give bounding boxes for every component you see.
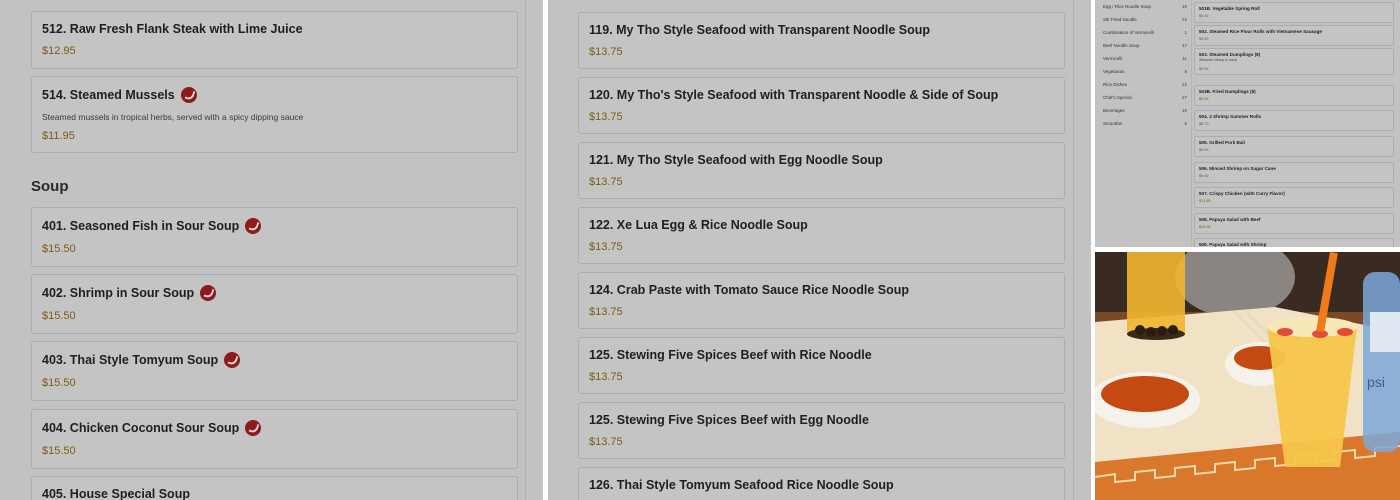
- mini-menu-item[interactable]: 509. Papaya Salad with Shrimp: [1194, 238, 1394, 247]
- mini-item-description: Steamed shrimp & meat: [1199, 58, 1237, 62]
- spicy-icon: [224, 352, 241, 368]
- mini-item-title: 501B. Vegetable Spring Roll: [1199, 6, 1260, 11]
- menu-item-card[interactable]: 124. Crab Paste with Tomato Sauce Rice N…: [578, 272, 1065, 329]
- mini-menu-item[interactable]: 501B. Vegetable Spring Roll $5.45: [1194, 2, 1394, 23]
- menu-item-price: $15.50: [42, 377, 76, 389]
- category-item[interactable]: Stir Fried Noodle 22: [1103, 17, 1187, 22]
- mini-menu-item[interactable]: 505. Grilled Pork Bali $9.95: [1194, 136, 1394, 157]
- menu-item-card[interactable]: 512. Raw Fresh Flank Steak with Lime Jui…: [31, 11, 518, 69]
- menu-item-title: 401. Seasoned Fish in Sour Soup: [42, 218, 262, 234]
- mini-item-price: $9.45: [1199, 174, 1209, 178]
- scroll-edge: [525, 0, 526, 500]
- menu-item-title: 125. Stewing Five Spices Beef with Egg N…: [589, 413, 869, 427]
- mini-menu-item[interactable]: 507. Crispy Chicken (with Curry Flavor) …: [1194, 187, 1394, 208]
- menu-item-price: $13.75: [589, 436, 623, 448]
- menu-item-price: $12.95: [42, 45, 76, 57]
- menu-item-price: $13.75: [589, 111, 623, 123]
- menu-item-title: 119. My Tho Style Seafood with Transpare…: [589, 23, 931, 37]
- mini-item-price: $10.95: [1199, 225, 1211, 229]
- mini-item-title: 503B. Fried Dumplings (8): [1199, 89, 1256, 94]
- menu-item-title: 512. Raw Fresh Flank Steak with Lime Jui…: [42, 22, 303, 36]
- menu-item-card[interactable]: 405. House Special Soup: [31, 476, 518, 500]
- menu-item-card[interactable]: 403. Thai Style Tomyum Soup $15.50: [31, 341, 518, 401]
- menu-panel-overview: Egg / Rice Noodle Soup 19 Stir Fried Nood…: [1095, 0, 1400, 247]
- menu-item-card[interactable]: 401. Seasoned Fish in Sour Soup $15.50: [31, 207, 518, 267]
- menu-item-card[interactable]: 122. Xe Lua Egg & Rice Noodle Soup $13.7…: [578, 207, 1065, 264]
- menu-item-title: 126. Thai Style Tomyum Seafood Rice Nood…: [589, 478, 894, 492]
- category-item[interactable]: Chef's Special 27: [1103, 95, 1187, 100]
- menu-item-card[interactable]: 119. My Tho Style Seafood with Transpare…: [578, 12, 1065, 69]
- category-item[interactable]: Combination of Vermicelli 1: [1103, 30, 1187, 35]
- mini-item-price: $11.95: [1199, 199, 1211, 203]
- menu-item-price: $11.95: [42, 130, 75, 142]
- drinks-photo: psi: [1095, 252, 1400, 500]
- menu-item-card[interactable]: 121. My Tho Style Seafood with Egg Noodl…: [578, 142, 1065, 199]
- category-item[interactable]: Vermicelli 11: [1103, 56, 1187, 61]
- menu-item-title: 402. Shrimp in Sour Soup: [42, 285, 217, 301]
- mini-item-price: $9.95: [1199, 97, 1209, 101]
- menu-item-card[interactable]: 120. My Tho's Style Seafood with Transpa…: [578, 77, 1065, 134]
- mini-item-price: $9.95: [1199, 37, 1209, 41]
- category-item[interactable]: Rice Dishes 22: [1103, 82, 1187, 87]
- menu-item-price: $15.50: [42, 445, 76, 457]
- menu-item-price: $15.50: [42, 243, 76, 255]
- menu-item-card[interactable]: 125. Stewing Five Spices Beef with Egg N…: [578, 402, 1065, 459]
- menu-item-price: $15.50: [42, 310, 76, 322]
- menu-panel-middle: 119. My Tho Style Seafood with Transpare…: [548, 0, 1091, 500]
- mini-item-title: 507. Crispy Chicken (with Curry Flavor): [1199, 191, 1285, 196]
- category-item[interactable]: Beef Noodle Soup 17: [1103, 43, 1187, 48]
- mini-item-price: $5.45: [1199, 14, 1209, 18]
- category-item[interactable]: Smoothie 8: [1103, 121, 1187, 126]
- menu-item-title: 120. My Tho's Style Seafood with Transpa…: [589, 88, 999, 102]
- spicy-icon: [245, 218, 262, 234]
- menu-item-title: 124. Crab Paste with Tomato Sauce Rice N…: [589, 283, 909, 297]
- mini-item-title: 502. Steamed Rice Flour Rolls with Vietn…: [1199, 29, 1322, 34]
- menu-item-price: $13.75: [589, 241, 623, 253]
- mini-item-title: 506. Minced Shrimp on Sugar Cane: [1199, 166, 1276, 171]
- mini-menu-item[interactable]: 504. 2 Shrimp Summer Rolls $6.70: [1194, 110, 1394, 131]
- menu-item-price: $13.75: [589, 46, 623, 58]
- mini-item-price: $9.95: [1199, 148, 1209, 152]
- bottle-brand-text: psi: [1367, 374, 1385, 390]
- spicy-icon: [200, 285, 217, 301]
- mini-menu-item[interactable]: 503B. Fried Dumplings (8) $9.95: [1194, 85, 1394, 106]
- menu-item-price: $13.75: [589, 306, 623, 318]
- menu-item-title: 405. House Special Soup: [42, 487, 190, 500]
- mini-item-title: 504. 2 Shrimp Summer Rolls: [1199, 114, 1262, 119]
- menu-item-card[interactable]: 404. Chicken Coconut Sour Soup $15.50: [31, 409, 518, 469]
- menu-item-title: 122. Xe Lua Egg & Rice Noodle Soup: [589, 218, 808, 232]
- menu-item-price: $13.75: [589, 371, 623, 383]
- mini-menu-item[interactable]: 502. Steamed Rice Flour Rolls with Vietn…: [1194, 25, 1394, 46]
- menu-panel-left: 512. Raw Fresh Flank Steak with Lime Jui…: [0, 0, 543, 500]
- section-title: Soup: [31, 178, 69, 195]
- menu-item-card[interactable]: 125. Stewing Five Spices Beef with Rice …: [578, 337, 1065, 394]
- menu-item-title: 514. Steamed Mussels: [42, 87, 197, 103]
- menu-item-card[interactable]: 126. Thai Style Tomyum Seafood Rice Nood…: [578, 467, 1065, 500]
- menu-item-title: 404. Chicken Coconut Sour Soup: [42, 420, 262, 436]
- mini-item-title: 509. Papaya Salad with Shrimp: [1199, 242, 1267, 247]
- scroll-edge: [1073, 0, 1074, 500]
- category-divider: [1191, 0, 1192, 247]
- mini-item-price: $6.70: [1199, 122, 1209, 126]
- category-item[interactable]: Vegetarian 8: [1103, 69, 1187, 74]
- menu-item-title: 403. Thai Style Tomyum Soup: [42, 352, 241, 368]
- menu-item-title: 121. My Tho Style Seafood with Egg Noodl…: [589, 153, 883, 167]
- mini-menu-item[interactable]: 506. Minced Shrimp on Sugar Cane $9.45: [1194, 162, 1394, 183]
- category-item[interactable]: Egg / Rice Noodle Soup 19: [1103, 4, 1187, 9]
- mini-item-title: 503. Steamed Dumplings (8): [1199, 52, 1261, 57]
- category-item[interactable]: Beverages 19: [1103, 108, 1187, 113]
- menu-item-description: Steamed mussels in tropical herbs, serve…: [42, 112, 304, 122]
- menu-item-card[interactable]: 514. Steamed Mussels Steamed mussels in …: [31, 76, 518, 153]
- mini-item-price: $9.95: [1199, 67, 1209, 71]
- mini-menu-item[interactable]: 503. Steamed Dumplings (8) Steamed shrim…: [1194, 48, 1394, 75]
- spicy-icon: [245, 420, 262, 436]
- mini-item-title: 505. Grilled Pork Bali: [1199, 140, 1245, 145]
- spicy-icon: [180, 87, 197, 103]
- menu-item-title: 125. Stewing Five Spices Beef with Rice …: [589, 348, 872, 362]
- menu-item-card[interactable]: 402. Shrimp in Sour Soup $15.50: [31, 274, 518, 334]
- menu-item-price: $13.75: [589, 176, 623, 188]
- mini-item-title: 508. Papaya Salad with Beef: [1199, 217, 1261, 222]
- mini-menu-item[interactable]: 508. Papaya Salad with Beef $10.95: [1194, 213, 1394, 234]
- drinks-photo-illustration: psi: [1095, 252, 1400, 500]
